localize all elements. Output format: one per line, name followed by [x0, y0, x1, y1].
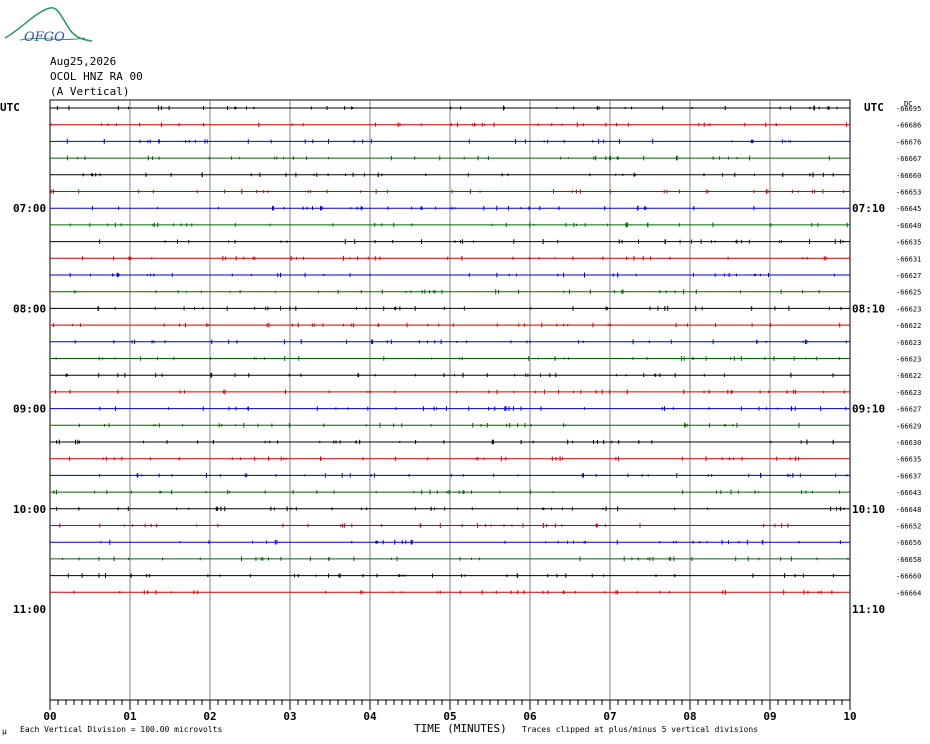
clip-note: Traces clipped at plus/minus 5 vertical … [522, 725, 758, 734]
seismogram-plot: OFGO Aug25,2026 OCOL HNZ RA 00 (A Vertic… [0, 7, 921, 736]
x-axis: 00 01 02 03 04 05 06 07 08 09 10 [43, 700, 857, 723]
dc-label: -66623 [896, 389, 921, 397]
x-tick-label: 07 [603, 710, 616, 723]
x-tick-label: 03 [283, 710, 296, 723]
left-time-label: 07:00 [13, 202, 46, 215]
right-time-label: 10:10 [852, 503, 885, 516]
right-time-label: 09:10 [852, 403, 885, 416]
x-tick-label: 10 [843, 710, 856, 723]
x-tick-label: 01 [123, 710, 137, 723]
station-code: OCOL HNZ RA 00 [50, 70, 143, 83]
dc-label: -66660 [896, 172, 921, 180]
dc-offset-labels: -66695 -66686 -66676 -66667 -66660 -66653 -666… [896, 105, 921, 597]
dc-label: -66664 [896, 589, 921, 597]
left-utc-title: UTC [0, 101, 20, 114]
right-utc-title: UTC [864, 101, 884, 114]
dc-label: -66676 [896, 138, 921, 146]
dc-label: -66627 [896, 272, 921, 280]
dc-label: -66622 [896, 322, 921, 330]
x-tick-label: 06 [523, 710, 537, 723]
dc-label: -66635 [896, 456, 921, 464]
component-label: (A Vertical) [50, 85, 129, 98]
left-time-label: 11:00 [13, 603, 46, 616]
x-axis-label: TIME (MINUTES) [414, 722, 507, 735]
left-time-label: 10:00 [13, 503, 46, 516]
dc-label: -66645 [896, 205, 921, 213]
dc-label: -66637 [896, 472, 921, 480]
dc-label: -66635 [896, 239, 921, 247]
dc-label: -66695 [896, 105, 921, 113]
right-time-label: 11:10 [852, 603, 885, 616]
dc-label: -66640 [896, 222, 921, 230]
x-tick-label: 02 [203, 710, 216, 723]
left-time-label: 09:00 [13, 403, 46, 416]
dc-label: -66653 [896, 189, 921, 197]
dc-label: -66623 [896, 356, 921, 364]
dc-label: -66686 [896, 122, 921, 130]
logo-text: OFGO [24, 30, 65, 45]
dc-label: -66667 [896, 155, 921, 163]
x-tick-label: 08 [683, 710, 696, 723]
record-date: Aug25,2026 [50, 55, 116, 68]
dc-label: -66627 [896, 406, 921, 414]
dc-label: -66623 [896, 339, 921, 347]
ofgo-logo: OFGO [4, 7, 93, 45]
left-time-label: 08:00 [13, 302, 46, 315]
dc-label: -66660 [896, 573, 921, 581]
dc-label: -66658 [896, 556, 921, 564]
dc-label: -66622 [896, 372, 921, 380]
x-tick-label: 00 [43, 710, 56, 723]
right-time-label: 07:10 [852, 202, 885, 215]
x-tick-label: 04 [363, 710, 377, 723]
dc-label: -66652 [896, 523, 921, 531]
dc-label: -66656 [896, 539, 921, 547]
vertical-grid [129, 100, 771, 700]
dc-label: -66623 [896, 305, 921, 313]
x-tick-label: 09 [763, 710, 776, 723]
dc-label: -66630 [896, 439, 921, 447]
dc-label: -66648 [896, 506, 921, 514]
dc-label: -66629 [896, 422, 921, 430]
right-time-label: 08:10 [852, 302, 885, 315]
footer-mark: µ [2, 727, 7, 736]
dc-label: -66631 [896, 255, 921, 263]
dc-label: -66643 [896, 489, 921, 497]
scale-note: Each Vertical Division = 100.00 microvol… [20, 725, 222, 734]
dc-label: -66625 [896, 289, 921, 297]
